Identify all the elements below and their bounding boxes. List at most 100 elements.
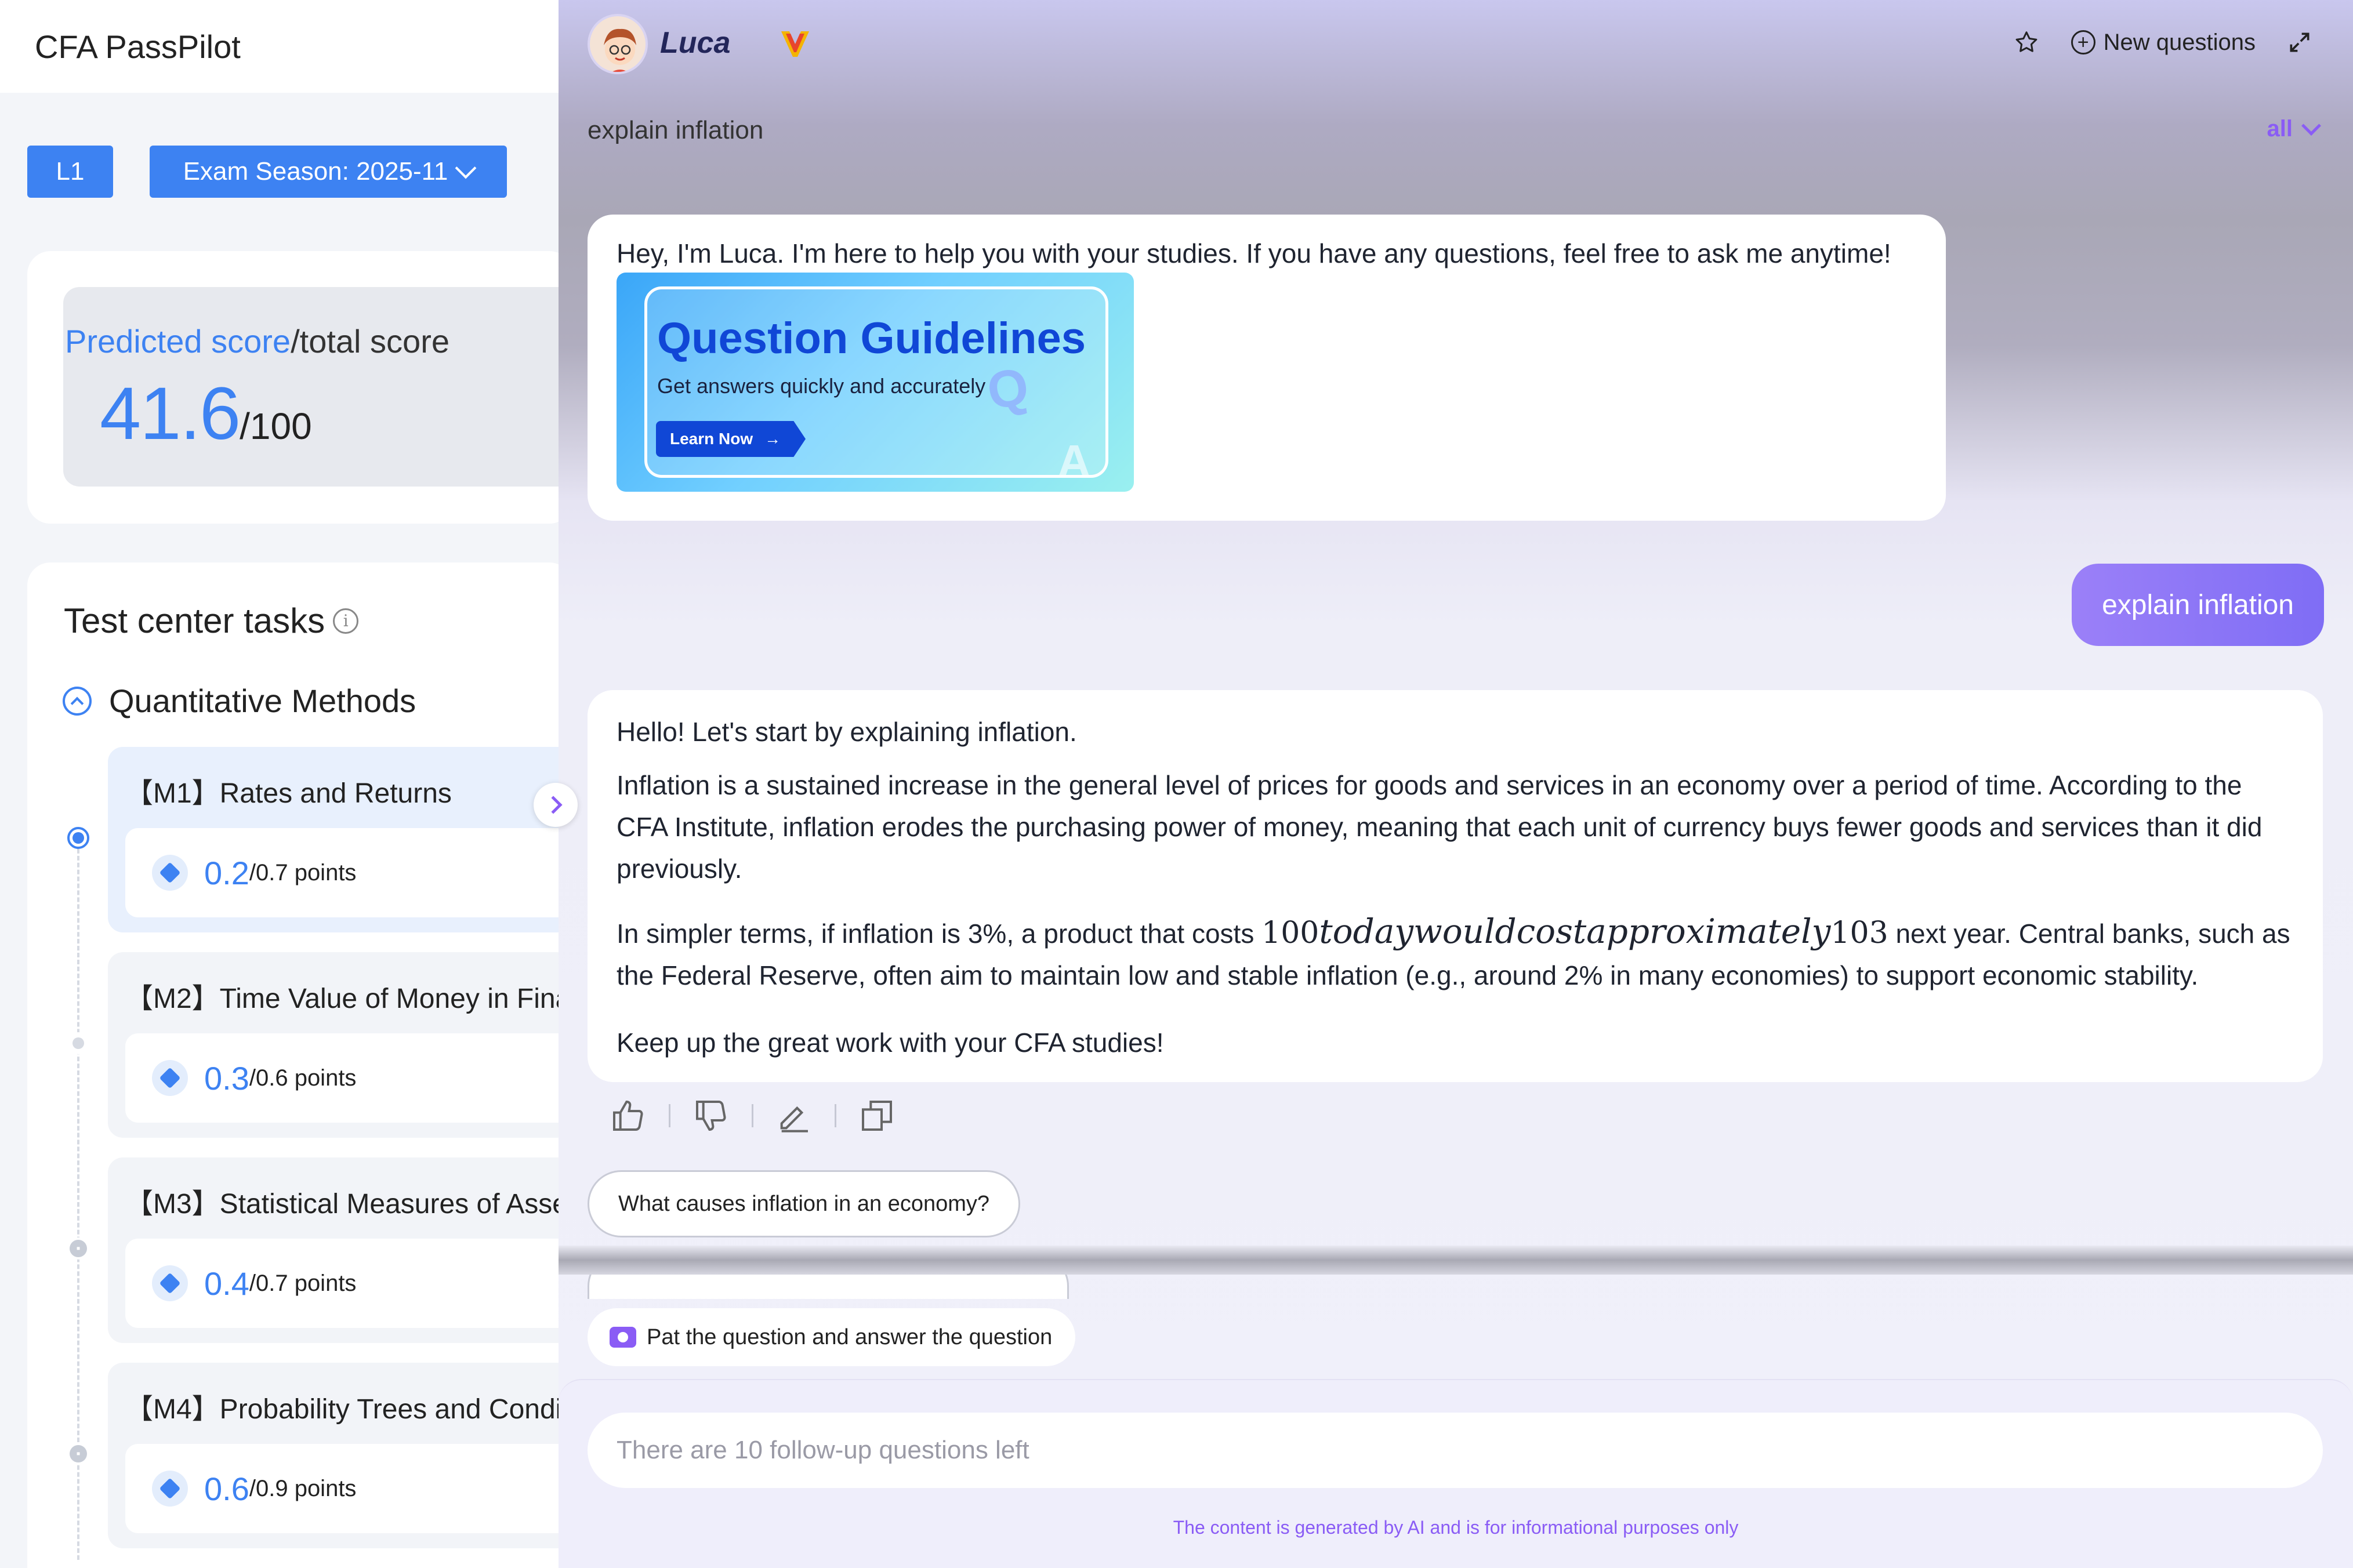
scroll-fade: [559, 1246, 2353, 1275]
timeline-dot: [67, 1032, 89, 1054]
topic-filter-dropdown[interactable]: all: [2267, 115, 2321, 142]
section-header[interactable]: Quantitative Methods: [63, 682, 416, 720]
assistant-answer: Hello! Let's start by explaining inflati…: [588, 690, 2323, 1082]
module-max-points: /0.9 points: [249, 1475, 357, 1501]
module-points: 0.6: [204, 1470, 249, 1507]
new-questions-label: New questions: [2103, 29, 2256, 55]
module-card-m4[interactable]: 【M4】Probability Trees and Condit 0.6 /0.…: [108, 1363, 559, 1548]
tasks-title: Test center tasks i: [64, 601, 359, 641]
follow-up-input[interactable]: [588, 1413, 2323, 1488]
math-italic: todaywouldcostapproximately: [1319, 912, 1831, 951]
pencil-icon: [780, 1106, 808, 1133]
module-max-points: /0.7 points: [249, 1270, 357, 1296]
edit-button[interactable]: [773, 1095, 815, 1137]
star-icon: [2015, 31, 2037, 52]
header-actions: + New questions: [2013, 29, 2312, 56]
edit-icon: [152, 855, 188, 891]
learn-now-label: Learn Now: [670, 430, 753, 448]
module-card-m1[interactable]: 【M1】Rates and Returns 0.2 /0.7 points: [108, 747, 559, 932]
topic-filter-label: all: [2267, 116, 2293, 141]
module-max-points: /0.7 points: [249, 859, 357, 885]
chevron-down-icon: [2301, 115, 2321, 136]
math-value: 103: [1830, 916, 1888, 950]
plus-circle-icon: +: [2071, 30, 2095, 55]
module-points: 0.3: [204, 1059, 249, 1097]
suggested-question[interactable]: What causes inflation in an economy?: [588, 1170, 1021, 1237]
message-actions: [607, 1095, 898, 1137]
collapse-panel-button[interactable]: [534, 783, 578, 827]
answer-paragraph: In simpler terms, if inflation is 3%, a …: [617, 910, 2298, 996]
a-glyph: A: [1057, 435, 1091, 487]
module-score: 0.4 /0.7 points: [125, 1239, 559, 1328]
answer-text: In simpler terms, if inflation is 3%, a …: [617, 919, 1262, 949]
vip-badge-icon: [781, 31, 809, 57]
greeting-text: Hey, I'm Luca. I'm here to help you with…: [617, 238, 1891, 268]
total-score-label: /total score: [291, 323, 449, 360]
info-icon[interactable]: i: [333, 608, 359, 634]
exam-season-label: Exam Season: 2025-11: [183, 157, 448, 186]
lock-icon: ▪: [67, 1443, 89, 1465]
learn-now-button[interactable]: Learn Now →: [656, 421, 806, 457]
favorite-button[interactable]: [2013, 29, 2040, 56]
chat-header: Luca + New questions: [559, 0, 2353, 93]
timeline-dot-active: [67, 827, 89, 849]
chevron-right-icon: [544, 796, 563, 814]
total-score-value: /100: [240, 405, 312, 447]
score-value: 41.6 /100: [100, 371, 312, 456]
math-value: 100: [1261, 916, 1319, 950]
module-card-m2[interactable]: 【M2】Time Value of Money in Fina 0.3 /0.6…: [108, 952, 559, 1138]
input-area: The content is generated by AI and is fo…: [559, 1379, 2353, 1568]
thumbs-up-button[interactable]: [607, 1095, 649, 1137]
banner-title: Question Guidelines: [657, 314, 1086, 363]
thumbs-down-icon: [696, 1101, 726, 1131]
ai-disclaimer: The content is generated by AI and is fo…: [1173, 1517, 1739, 1538]
conversation-topic: explain inflation: [588, 116, 764, 144]
level-label: L1: [56, 157, 85, 186]
photo-question-button[interactable]: Pat the question and answer the question: [588, 1308, 1076, 1366]
module-card-m3[interactable]: 【M3】Statistical Measures of Asset 0.4 /0…: [108, 1157, 559, 1343]
divider: [752, 1104, 753, 1127]
banner-subtitle: Get answers quickly and accurately: [657, 374, 986, 398]
answer-paragraph: Hello! Let's start by explaining inflati…: [617, 717, 1077, 747]
module-max-points: /0.6 points: [249, 1065, 357, 1091]
chevron-down-icon: [455, 157, 477, 179]
thumbs-down-button[interactable]: [690, 1095, 732, 1137]
expand-icon: [2290, 32, 2310, 52]
greeting-message: Hey, I'm Luca. I'm here to help you with…: [588, 215, 1946, 521]
app-title: CFA PassPilot: [35, 28, 241, 65]
divider: [669, 1104, 670, 1127]
module-title: 【M4】Probability Trees and Condit: [125, 1394, 559, 1425]
copy-icon: [862, 1101, 892, 1131]
chevron-up-icon[interactable]: [63, 686, 92, 716]
module-points: 0.2: [204, 854, 249, 891]
avatar: [588, 14, 648, 74]
question-guidelines-banner[interactable]: Q A Question Guidelines Get answers quic…: [617, 273, 1134, 492]
section-title: Quantitative Methods: [109, 683, 416, 719]
lock-icon: ▪: [67, 1237, 89, 1260]
module-score: 0.6 /0.9 points: [125, 1444, 559, 1533]
chat-panel: Luca + New questions explain inflation a…: [559, 0, 2353, 1568]
answer-paragraph: Inflation is a sustained increase in the…: [617, 770, 2263, 884]
user-message-text: explain inflation: [2102, 589, 2294, 620]
copy-button[interactable]: [856, 1095, 898, 1137]
exam-season-dropdown[interactable]: Exam Season: 2025-11: [150, 146, 507, 198]
tasks-title-text: Test center tasks: [64, 601, 325, 640]
new-questions-button[interactable]: + New questions: [2071, 30, 2256, 56]
top-bar: CFA PassPilot: [0, 0, 559, 93]
left-panel: CFA PassPilot L1 Exam Season: 2025-11 Pr…: [0, 0, 559, 1568]
predicted-score-label: Predicted score: [65, 323, 291, 360]
module-title: 【M2】Time Value of Money in Fina: [125, 983, 559, 1014]
photo-question-label: Pat the question and answer the question: [647, 1324, 1053, 1349]
level-button[interactable]: L1: [27, 146, 113, 198]
edit-icon: [152, 1060, 188, 1096]
edit-icon: [152, 1265, 188, 1301]
divider: [835, 1104, 836, 1127]
arrow-right-icon: →: [764, 430, 781, 448]
module-points: 0.4: [204, 1265, 249, 1302]
user-message: explain inflation: [2072, 564, 2324, 646]
module-score: 0.2 /0.7 points: [125, 828, 559, 917]
suggested-question-text: What causes inflation in an economy?: [618, 1191, 990, 1216]
module-title: 【M3】Statistical Measures of Asset: [125, 1189, 559, 1219]
bot-name: Luca: [660, 26, 731, 60]
fullscreen-button[interactable]: [2287, 30, 2312, 55]
